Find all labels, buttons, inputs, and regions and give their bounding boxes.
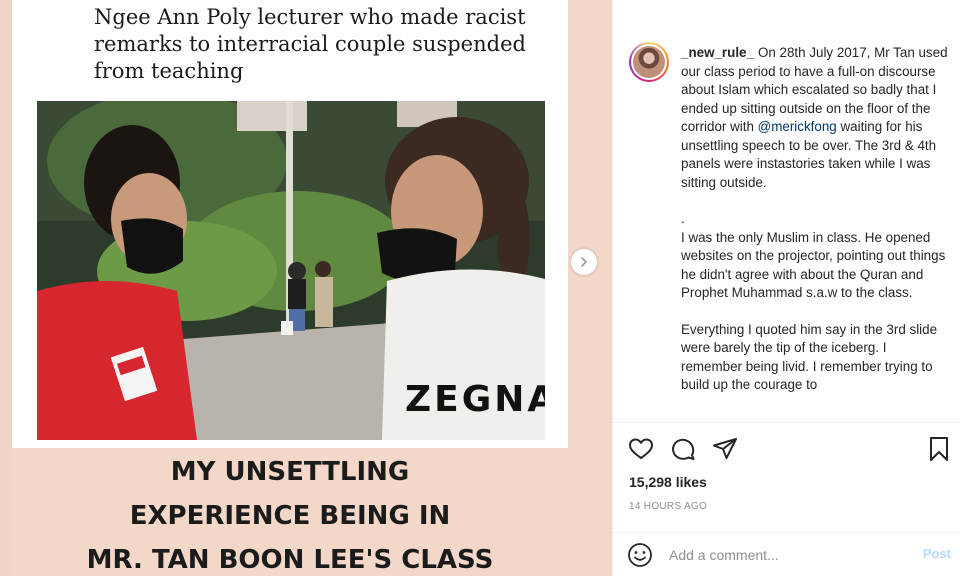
comment-input[interactable]	[669, 543, 899, 567]
save-button[interactable]	[925, 435, 953, 463]
bookmark-icon	[930, 437, 948, 461]
post-caption-banner: MY UNSETTLING EXPERIENCE BEING IN MR. TA…	[0, 448, 580, 576]
caption-line-2: EXPERIENCE BEING IN	[129, 501, 451, 531]
article-photo: ZEGNA	[37, 101, 545, 440]
likes-count[interactable]: 15,298 likes	[629, 474, 707, 490]
smiley-icon	[628, 543, 652, 567]
caption-line-3: MR. TAN BOON LEE'S CLASS	[86, 545, 494, 575]
article-headline: Ngee Ann Poly lecturer who made racist r…	[94, 5, 526, 83]
next-slide-button[interactable]	[571, 249, 597, 275]
username-link[interactable]: _new_rule_	[681, 45, 754, 60]
shirt-print-text: ZEGNA	[405, 379, 545, 420]
post-timestamp[interactable]: 14 HOURS AGO	[629, 501, 707, 512]
add-comment-bar: Post	[613, 532, 960, 576]
avatar-image	[633, 46, 665, 78]
comment-button[interactable]	[669, 435, 697, 463]
caption-comment: _new_rule_ On 28th July 2017, Mr Tan used…	[681, 44, 949, 413]
post-comment-button[interactable]: Post	[923, 546, 951, 561]
caption-separator: .	[681, 211, 685, 226]
avatar[interactable]	[629, 42, 669, 82]
post-side-panel: _new_rule_ On 28th July 2017, Mr Tan used…	[612, 0, 960, 576]
heart-icon	[629, 438, 653, 459]
post-actions: 15,298 likes 14 HOURS AGO	[613, 422, 960, 532]
emoji-button[interactable]	[627, 542, 653, 568]
caption-paragraph-2: I was the only Muslim in class. He opene…	[681, 229, 946, 301]
chevron-right-icon	[581, 257, 587, 267]
caption-comment-scroll-area[interactable]: _new_rule_ On 28th July 2017, Mr Tan used…	[613, 30, 960, 422]
like-button[interactable]	[627, 435, 655, 463]
mention-link[interactable]: @merickfong	[758, 119, 837, 134]
paper-plane-icon	[713, 438, 737, 459]
comment-bubble-icon	[672, 438, 695, 460]
share-button[interactable]	[711, 435, 739, 463]
caption-paragraph-3: Everything I quoted him say in the 3rd s…	[681, 321, 938, 393]
caption-line-1: MY UNSETTLING	[170, 457, 410, 487]
post-media: Ngee Ann Poly lecturer who made racist r…	[0, 0, 612, 576]
